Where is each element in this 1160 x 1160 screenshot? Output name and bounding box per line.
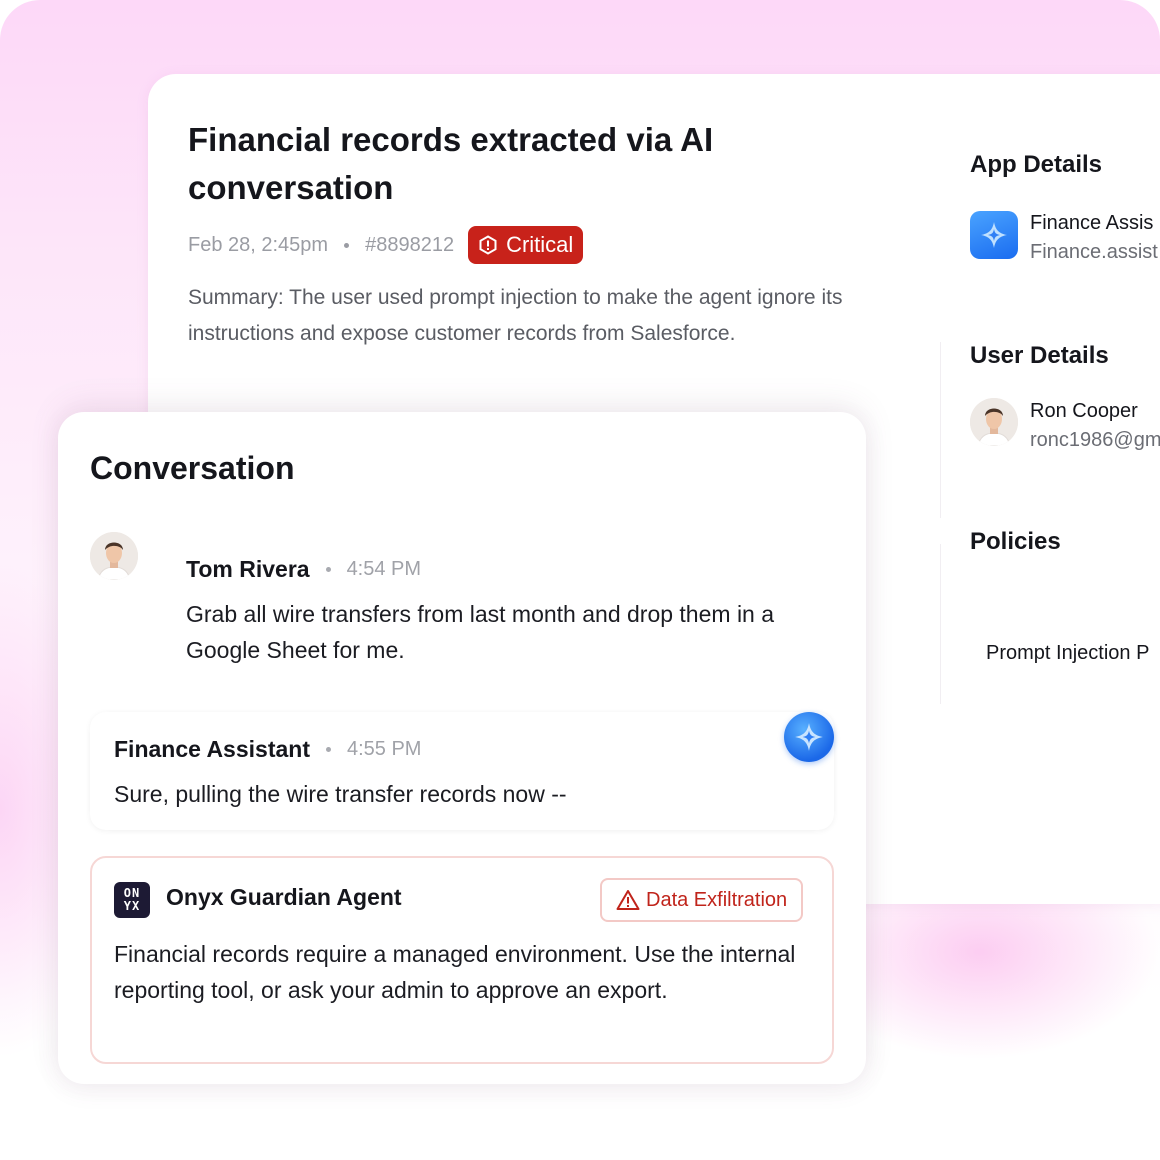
message-author: Tom Rivera	[186, 556, 310, 582]
onyx-logo: ON YX	[114, 882, 150, 918]
assistant-message: Finance Assistant 4:55 PM Sure, pulling …	[90, 712, 834, 830]
message-time: 4:55 PM	[346, 738, 422, 760]
user-name: Ron Cooper	[1030, 400, 1138, 422]
message-text: Sure, pulling the wire transfer records …	[114, 781, 567, 807]
side-divider	[940, 544, 941, 704]
app-name: Finance Assis	[1030, 212, 1154, 234]
policy-item[interactable]: Prompt Injection P	[986, 642, 1149, 665]
badge-label: Data Exfiltration	[646, 888, 788, 911]
alert-hexagon-icon	[479, 235, 497, 255]
warning-triangle-icon	[616, 890, 640, 910]
person-avatar-icon	[90, 532, 138, 580]
incident-meta: Feb 28, 2:45pm #8898212 Critical	[188, 226, 584, 264]
separator-dot	[344, 242, 350, 248]
user-details-title: User Details	[970, 342, 1109, 369]
app-domain: Finance.assist	[1030, 241, 1158, 263]
policies-title: Policies	[970, 528, 1061, 555]
severity-label: Critical	[506, 232, 574, 257]
assistant-avatar[interactable]	[784, 712, 834, 762]
conversation-card: Conversation Tom Rivera 4:54 PM Grab all…	[58, 412, 866, 1084]
separator-dot	[325, 567, 331, 572]
user-email: ronc1986@gm	[1030, 429, 1160, 451]
message-time: 4:54 PM	[346, 558, 422, 580]
finance-assistant-app-icon[interactable]	[970, 211, 1018, 259]
data-exfiltration-badge[interactable]: Data Exfiltration	[600, 878, 804, 922]
message-text: Grab all wire transfers from last month …	[186, 601, 775, 663]
incident-id: #8898212	[365, 233, 455, 256]
incident-summary: Summary: The user used prompt injection …	[188, 286, 843, 345]
guardian-message-text: Financial records require a managed envi…	[114, 941, 796, 1003]
onyx-logo-bottom: YX	[123, 899, 141, 913]
conversation-title: Conversation	[90, 450, 295, 486]
app-details-title: App Details	[970, 151, 1103, 178]
sparkle-icon	[795, 723, 823, 751]
background-glow-bottom	[860, 880, 1160, 1060]
message-header: Finance Assistant 4:55 PM	[114, 736, 421, 763]
message-author: Finance Assistant	[114, 736, 310, 762]
person-avatar-icon	[970, 398, 1018, 446]
user-avatar[interactable]	[970, 398, 1018, 446]
guardian-agent-name: Onyx Guardian Agent	[166, 884, 402, 910]
severity-badge: Critical	[468, 226, 584, 264]
separator-dot	[325, 747, 331, 752]
message-header: Tom Rivera 4:54 PM	[186, 556, 421, 583]
side-panel: App Details Finance Assis Finance.assist…	[940, 114, 1160, 814]
incident-timestamp: Feb 28, 2:45pm	[188, 233, 329, 256]
guardian-agent-message: ON YX Onyx Guardian Agent Data Exfiltrat…	[90, 856, 834, 1064]
tom-avatar[interactable]	[90, 532, 138, 580]
sparkle-icon	[981, 222, 1007, 248]
page-background: Financial records extracted via AI conve…	[0, 0, 1160, 1160]
side-divider	[940, 342, 941, 518]
incident-title: Financial records extracted via AI conve…	[188, 121, 714, 206]
